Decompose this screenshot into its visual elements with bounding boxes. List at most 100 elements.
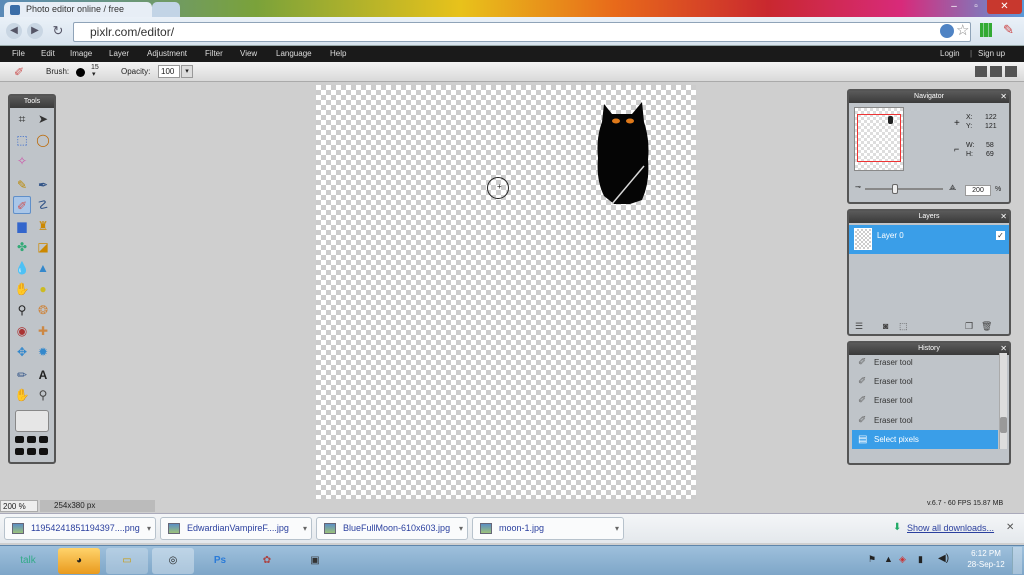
image-canvas[interactable]: + [316,85,696,499]
menu-edit[interactable]: Edit [41,46,55,62]
maximize-button[interactable]: ▫ [965,0,987,14]
menu-filter[interactable]: Filter [205,46,223,62]
view-modes[interactable] [15,436,51,458]
chevron-down-icon[interactable]: ▾ [459,518,463,539]
volume-icon[interactable]: ◀) [938,553,949,564]
navigator-close-icon[interactable]: ✕ [1000,91,1007,103]
burn-tool-icon[interactable]: ● [34,280,52,298]
bucket-tool-icon[interactable]: ♜ [34,217,52,235]
lasso-tool-icon[interactable]: ◯ [34,131,52,149]
crop-tool-icon[interactable]: ⌗ [13,110,31,128]
bookmark-star-icon[interactable]: ☆ [956,21,969,39]
history-item[interactable]: ✐ Eraser tool [852,411,998,430]
menu-language[interactable]: Language [276,46,312,62]
pinch-tool-icon[interactable]: ✹ [34,343,52,361]
layers-close-icon[interactable]: ✕ [1000,211,1007,223]
wand-tool-icon[interactable]: ✧ [13,152,31,170]
move-tool-icon[interactable]: ➤ [34,110,52,128]
delete-layer-icon[interactable]: 🗑 [981,321,992,332]
type-tool-icon[interactable]: A [34,366,52,384]
spot-heal-tool-icon[interactable]: ✚ [34,322,52,340]
window-close-icon[interactable] [1005,66,1017,77]
translate-icon[interactable] [940,24,954,38]
navigator-viewport[interactable] [857,114,901,162]
download-item[interactable]: 11954241851194397....png ▾ [4,517,156,540]
zoom-tool-icon[interactable]: ⚲ [34,386,52,404]
layer-options-icon[interactable]: ☰ [855,321,863,332]
marquee-tool-icon[interactable]: ⬚ [13,131,31,149]
reload-icon[interactable]: ↻ [50,23,66,39]
zoom-slider-thumb[interactable] [892,184,899,194]
zoom-status[interactable]: 200 % [0,500,38,512]
close-downloads-icon[interactable]: ✕ [1006,522,1014,533]
red-eye-tool-icon[interactable]: ◉ [13,322,31,340]
menu-help[interactable]: Help [330,46,346,62]
history-item[interactable]: ✐ Eraser tool [852,353,998,372]
zoom-slider[interactable] [865,184,943,194]
hand-tool-icon[interactable]: ✋ [13,386,31,404]
gtalk-icon[interactable]: talk [10,548,46,574]
menu-layer[interactable]: Layer [109,46,129,62]
paint-icon[interactable]: ✿ [246,548,288,574]
explorer-icon[interactable]: ▭ [106,548,148,574]
signal-icon[interactable]: ▮ [918,554,923,565]
download-item[interactable]: moon-1.jpg ▾ [472,517,624,540]
eraser-tool-icon[interactable]: ✐ [13,196,31,214]
zoom-out-icon[interactable]: ⊸ [855,183,861,191]
login-link[interactable]: Login [940,46,960,62]
browser-tab-active[interactable]: Photo editor online / free [4,2,152,17]
chevron-down-icon[interactable]: ▾ [147,518,151,539]
bloat-tool-icon[interactable]: ✥ [13,343,31,361]
sharpen-tool-icon[interactable]: ▲ [34,259,52,277]
zoom-in-icon[interactable]: ⟁ [949,183,956,193]
chrome-icon[interactable]: ◎ [152,548,194,574]
menu-view[interactable]: View [240,46,257,62]
layer-mask-icon[interactable]: ◙ [883,321,888,331]
network-warning-icon[interactable]: ◈ [899,554,906,565]
window-collapse-icon[interactable] [975,66,987,77]
menu-adjustment[interactable]: Adjustment [147,46,187,62]
show-desktop-button[interactable] [1012,547,1022,574]
opacity-input[interactable]: 100 [158,65,180,78]
layer-row[interactable]: Layer 0 ✓ [849,225,1009,254]
app-icon[interactable]: ▣ [294,548,336,574]
clone-tool-icon[interactable]: ✤ [13,238,31,256]
navigator-thumbnail[interactable] [854,107,904,171]
tray-arrow-icon[interactable]: ▲ [884,554,893,564]
picasa-icon[interactable]: ◕ [58,548,100,574]
menu-image[interactable]: Image [70,46,92,62]
show-all-downloads-link[interactable]: Show all downloads... [907,523,994,533]
blur-tool-icon[interactable]: 💧 [13,259,31,277]
close-window-button[interactable]: ✕ [987,0,1022,14]
history-item-selected[interactable]: ▤ Select pixels [852,430,998,449]
address-input[interactable]: pixlr.com/editor/ [73,22,971,42]
window-restore-icon[interactable] [990,66,1002,77]
signup-link[interactable]: Sign up [978,46,1005,62]
history-scrollbar-thumb[interactable] [1000,417,1007,433]
brush-preview[interactable] [76,68,85,77]
signal-extension-icon[interactable] [980,23,992,37]
drawing-tool-icon[interactable]: ✏ [13,366,31,384]
history-item[interactable]: ✐ Eraser tool [852,372,998,391]
color-swatch[interactable] [15,410,49,432]
layer-name[interactable]: Layer 0 [877,225,904,247]
photoshop-icon[interactable]: Ps [199,548,241,574]
sponge-tool-icon[interactable]: ⚲ [13,301,31,319]
dodge-tool-icon[interactable]: ✋ [13,280,31,298]
layer-style-icon[interactable]: ⬚ [899,321,908,332]
replace-color-icon[interactable]: ◪ [34,238,52,256]
new-layer-icon[interactable]: ❐ [965,321,973,332]
new-tab-button[interactable] [152,2,180,17]
brush-tool-icon[interactable]: ✒ [34,176,52,194]
clock-date[interactable]: 28-Sep-12 [963,560,1009,569]
flag-icon[interactable]: ⚑ [868,554,876,565]
zoom-input[interactable]: 200 [965,185,991,196]
menu-file[interactable]: File [12,46,25,62]
back-icon[interactable]: ◀ [6,23,22,39]
download-item[interactable]: EdwardianVampireF....jpg ▾ [160,517,312,540]
layer-visibility-checkbox[interactable]: ✓ [996,231,1005,240]
history-scrollbar[interactable] [999,353,1007,449]
chevron-down-icon[interactable]: ▾ [615,518,619,539]
gradient-tool-icon[interactable]: ▆ [13,217,31,235]
color-picker-tool-icon[interactable]: ❂ [34,301,52,319]
